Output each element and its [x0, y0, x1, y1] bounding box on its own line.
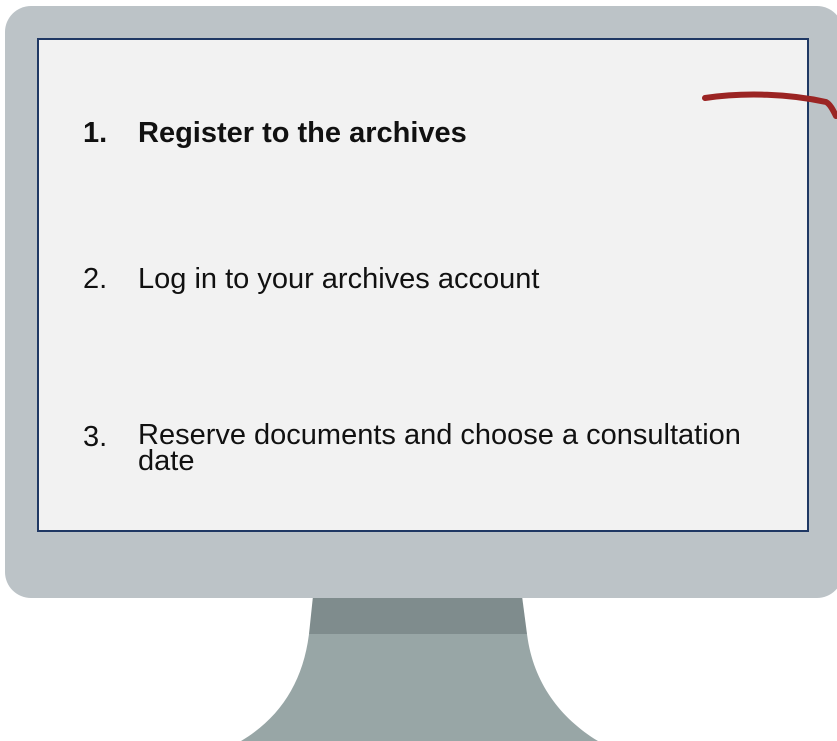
step-label: Reserve documents and choose a consultat… — [138, 419, 741, 477]
step-number: 1. — [83, 117, 108, 149]
monitor-stand-neck-upper — [309, 596, 527, 634]
step-register[interactable]: 1. Register to the archives — [83, 119, 467, 148]
step-number: 3. — [83, 421, 108, 453]
step-label: Log in to your archives account — [138, 263, 540, 295]
monitor-stand-base — [241, 634, 598, 741]
step-label: Register to the archives — [138, 117, 467, 149]
step-log-in[interactable]: 2. Log in to your archives account — [83, 265, 539, 294]
step-number: 2. — [83, 263, 108, 295]
step-reserve[interactable]: 3. Reserve documents and choose a consul… — [83, 419, 758, 477]
monitor-screen: 1. Register to the archives 2. Log in to… — [37, 38, 809, 532]
